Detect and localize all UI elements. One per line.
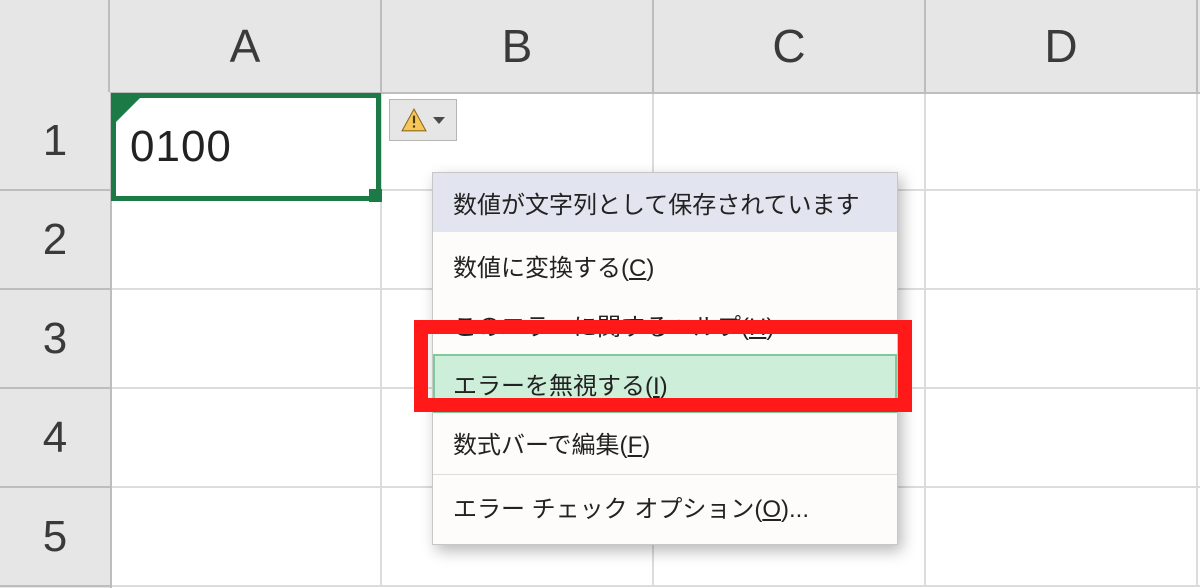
column-header-row: A B C D bbox=[0, 0, 1200, 94]
row-header-column: 1 2 3 4 5 bbox=[0, 92, 112, 588]
menu-item-ignore-error[interactable]: エラーを無視する(I) bbox=[433, 354, 897, 413]
cell-D4[interactable] bbox=[926, 389, 1198, 488]
row-header-3[interactable]: 3 bbox=[0, 290, 110, 389]
menu-item-convert-to-number[interactable]: 数値に変換する(C) bbox=[433, 236, 897, 295]
warning-icon bbox=[401, 108, 427, 132]
menu-item-suffix: ) bbox=[646, 255, 654, 282]
cell-A4[interactable] bbox=[110, 389, 382, 488]
menu-item-label: エラーを無視する( bbox=[453, 373, 653, 400]
column-header-C[interactable]: C bbox=[654, 0, 926, 92]
fill-handle[interactable] bbox=[369, 189, 382, 202]
error-smart-tag-button[interactable] bbox=[389, 99, 457, 141]
cell-D1[interactable] bbox=[926, 92, 1198, 191]
menu-item-suffix: ) bbox=[766, 314, 774, 341]
menu-item-error-checking-options[interactable]: エラー チェック オプション(O)... bbox=[433, 477, 897, 536]
cell-D5[interactable] bbox=[926, 488, 1198, 587]
menu-item-suffix: )... bbox=[781, 496, 809, 523]
spreadsheet: A B C D 1 2 3 4 5 bbox=[0, 0, 1200, 588]
cell-value: 0100 bbox=[130, 122, 232, 172]
menu-item-accel: O bbox=[762, 496, 781, 523]
menu-item-label: このエラーに関するヘルプ( bbox=[453, 314, 749, 341]
row-header-2[interactable]: 2 bbox=[0, 191, 110, 290]
column-header-D[interactable]: D bbox=[926, 0, 1198, 92]
menu-item-suffix: ) bbox=[660, 373, 668, 400]
cell-A2[interactable] bbox=[110, 191, 382, 290]
chevron-down-icon bbox=[433, 117, 445, 124]
menu-separator bbox=[433, 474, 897, 475]
menu-item-accel: F bbox=[628, 432, 643, 459]
menu-item-suffix: ) bbox=[642, 432, 650, 459]
menu-item-accel: I bbox=[653, 373, 660, 400]
row-header-5[interactable]: 5 bbox=[0, 488, 110, 587]
row-header-4[interactable]: 4 bbox=[0, 389, 110, 488]
cell-A3[interactable] bbox=[110, 290, 382, 389]
menu-item-accel: H bbox=[749, 314, 766, 341]
menu-header: 数値が文字列として保存されています bbox=[433, 173, 897, 232]
menu-item-edit-in-formula-bar[interactable]: 数式バーで編集(F) bbox=[433, 413, 897, 472]
menu-item-label: 数式バーで編集( bbox=[453, 432, 628, 459]
row-header-1[interactable]: 1 bbox=[0, 92, 110, 191]
cell-D2[interactable] bbox=[926, 191, 1198, 290]
selected-cell-A1[interactable]: 0100 bbox=[111, 93, 381, 201]
error-indicator-triangle bbox=[116, 98, 140, 122]
column-header-B[interactable]: B bbox=[382, 0, 654, 92]
select-all-corner[interactable] bbox=[0, 0, 110, 92]
menu-item-label: 数値に変換する( bbox=[453, 255, 629, 282]
cell-A5[interactable] bbox=[110, 488, 382, 587]
error-context-menu: 数値が文字列として保存されています 数値に変換する(C) このエラーに関するヘル… bbox=[432, 172, 898, 545]
menu-item-help-on-error[interactable]: このエラーに関するヘルプ(H) bbox=[433, 295, 897, 354]
column-header-A[interactable]: A bbox=[110, 0, 382, 92]
cell-D3[interactable] bbox=[926, 290, 1198, 389]
menu-item-accel: C bbox=[629, 255, 646, 282]
menu-item-label: エラー チェック オプション( bbox=[453, 496, 762, 523]
